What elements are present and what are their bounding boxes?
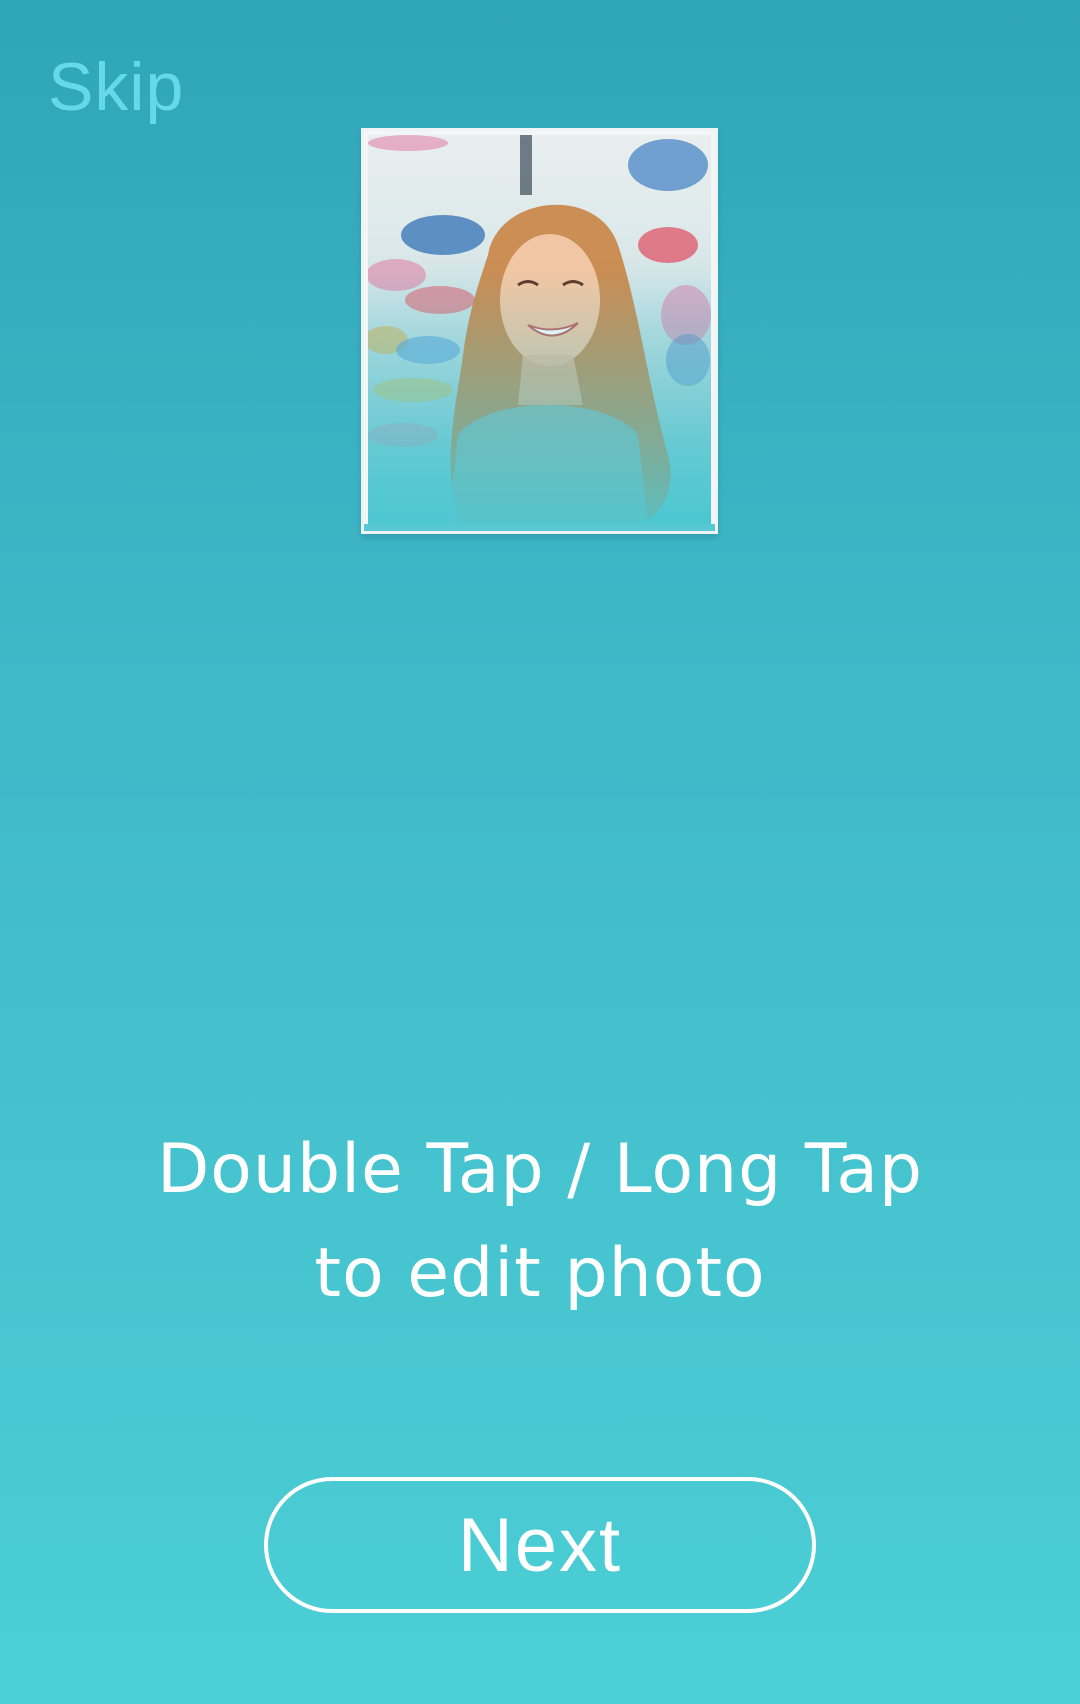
next-button[interactable]: Next bbox=[264, 1477, 816, 1613]
sample-photo bbox=[368, 135, 711, 524]
skip-button[interactable]: Skip bbox=[48, 48, 184, 126]
photo-bottom-strip bbox=[364, 524, 715, 531]
instruction-line-2: to edit photo bbox=[314, 1234, 766, 1313]
sample-photo-card bbox=[361, 128, 718, 534]
tutorial-instruction: Double Tap / Long Tap to edit photo bbox=[0, 1118, 1080, 1326]
instruction-line-1: Double Tap / Long Tap bbox=[156, 1130, 924, 1209]
photo-fade-overlay bbox=[368, 135, 711, 524]
